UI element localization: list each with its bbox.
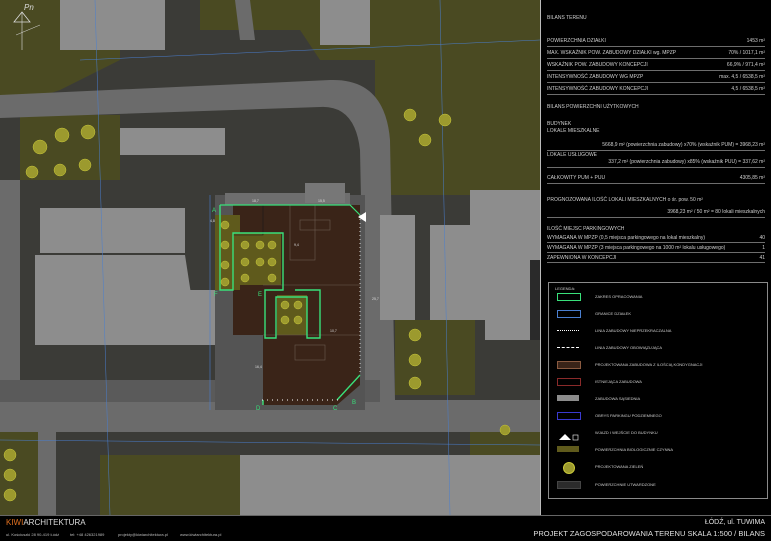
www-text: www.kiwiarchitektura.pl bbox=[180, 532, 222, 537]
legend-item-label: PROJEKTOWANA ZIELEŃ bbox=[595, 464, 644, 469]
budynek-label: BUDYNEK bbox=[547, 121, 572, 127]
parking-row-1-value: 1 bbox=[762, 245, 765, 251]
blue-dark-outline-icon bbox=[557, 412, 581, 420]
parking-row-2-value: 41 bbox=[759, 255, 765, 261]
dash-dot-line-icon bbox=[557, 347, 579, 348]
parking-row-0-label: WYMAGANA W MPZP (0,5 miejsca parkingoweg… bbox=[547, 235, 706, 241]
legend-item-label: GRANICE DZIAŁEK bbox=[595, 311, 632, 316]
corner-f: F bbox=[214, 292, 218, 298]
legend-item-label: PROJEKTOWANA ZABUDOWA Z ILOŚCIĄ KONDYGNA… bbox=[595, 362, 703, 367]
corner-c: C bbox=[333, 406, 338, 412]
legend-title: LEGENDA: bbox=[555, 286, 576, 291]
legend-item-label: ZAKRES OPRACOWANIA bbox=[595, 294, 643, 299]
legend: LEGENDA: ZAKRES OPRACOWANIA GRANICE DZIA… bbox=[548, 282, 768, 499]
green-outline-icon bbox=[557, 293, 581, 301]
legend-item-label: WJAZD I WEJŚCIE DO BUDYNKU bbox=[595, 430, 658, 435]
corner-d: D bbox=[256, 406, 261, 412]
gray-fill-icon bbox=[557, 395, 579, 401]
prognoza-label: PROGNOZOWANA ILOŚĆ LOKALI MIESZKALNYCH o… bbox=[547, 197, 703, 203]
dim-mid: 9,4 bbox=[294, 243, 299, 247]
phone-text: tel: +48 426321989 bbox=[70, 532, 105, 537]
bt-row-2-label: WSKAŹNIK POW. ZABUDOWY KONCEPCJI bbox=[547, 62, 648, 68]
legend-item-label: LINIA ZABUDOWY OBOWIĄZUJĄCA bbox=[595, 345, 663, 350]
lokale-uslugowe-label: LOKALE USŁUGOWE bbox=[547, 152, 598, 158]
bt-row-1-value: 70% / 1017,1 m² bbox=[728, 50, 765, 56]
divider bbox=[547, 58, 765, 59]
olive-fill-icon bbox=[557, 446, 579, 452]
brand-logo: KIWIARCHITEKTURA bbox=[6, 518, 86, 527]
north-label: Pn bbox=[24, 3, 34, 12]
legend-item-label: POWIERZCHNIE UTWARDZONE bbox=[595, 482, 656, 487]
prognoza-value: 3968,23 m² / 50 m² = 80 lokali mieszkaln… bbox=[667, 209, 765, 215]
divider bbox=[547, 94, 765, 95]
parking-title: ILOŚĆ MIEJSC PARKINGOWYCH bbox=[547, 226, 625, 232]
bilans-pow-title: BILANS POWIERZCHNI UŻYTKOWYCH bbox=[547, 104, 639, 110]
legend-item-label: ISTNIEJĄCA ZABUDOWA bbox=[595, 379, 642, 384]
bt-row-1-label: MAX. WSKAŹNIK POW. ZABUDOWY DZIAŁKI wg. … bbox=[547, 50, 677, 56]
brand-kiwi: KIWI bbox=[6, 518, 24, 527]
divider bbox=[547, 252, 765, 253]
parking-row-0-value: 40 bbox=[759, 235, 765, 241]
divider bbox=[547, 167, 765, 168]
site-plan: 18,7 15,5 9,4 10,7 16,4 4,8 25,7 A B C D… bbox=[0, 0, 540, 515]
dim-side-bot: 16,4 bbox=[255, 365, 262, 369]
legend-item-label: OBRYS PARKINGU PODZIEMNEGO bbox=[595, 413, 662, 418]
dim-side-right: 10,7 bbox=[330, 329, 337, 333]
dim-right: 25,7 bbox=[372, 297, 379, 301]
site-plan-drawing: 18,7 15,5 9,4 10,7 16,4 4,8 25,7 A B C D… bbox=[0, 0, 540, 515]
bt-row-0-label: POWIERZCHNIA DZIAŁKI bbox=[547, 38, 606, 44]
corner-e: E bbox=[258, 292, 262, 298]
bt-row-4-label: INTENSYWNOŚĆ ZABUDOWY KONCEPCJI bbox=[547, 86, 649, 92]
corner-a: A bbox=[212, 208, 216, 214]
legend-item-label: ZABUDOWA SĄSIEDNIA bbox=[595, 396, 641, 401]
calkowity-value: 4305,85 m² bbox=[739, 175, 765, 181]
divider bbox=[547, 82, 765, 83]
title-block: KIWIARCHITEKTURA ul. Kościuszki 28 90-41… bbox=[0, 515, 771, 541]
dotted-line-icon bbox=[557, 330, 579, 331]
project-title: PROJEKT ZAGOSPODAROWANIA TERENU SKALA 1:… bbox=[533, 529, 765, 538]
dim-side-top: 4,8 bbox=[210, 219, 215, 223]
lokale-mieszkalne-label: LOKALE MIESZKALNE bbox=[547, 128, 600, 134]
brand-architektura: ARCHITEKTURA bbox=[23, 518, 86, 527]
drawing-sheet: 18,7 15,5 9,4 10,7 16,4 4,8 25,7 A B C D… bbox=[0, 0, 771, 541]
legend-item-label: LINIA ZABUDOWY NIEPRZEKRACZALNA bbox=[595, 328, 672, 333]
bt-row-2-value: 66,9% / 971,4 m² bbox=[726, 62, 765, 68]
divider bbox=[547, 242, 765, 243]
red-outline-icon bbox=[557, 378, 581, 386]
lokale-mieszkalne-value: 5668,9 m² (powierzchnia zabudowy) x70% (… bbox=[602, 142, 765, 148]
bt-row-4-value: 4,5 / 6538,5 m² bbox=[731, 86, 765, 92]
parking-row-2-label: ZAPEWNIONA W KONCEPCJI bbox=[547, 255, 617, 261]
dark-fill-icon bbox=[557, 481, 581, 489]
arrow-icon bbox=[557, 428, 579, 441]
brown-fill-icon bbox=[557, 361, 581, 369]
dim-top-left: 18,7 bbox=[252, 199, 259, 203]
blue-outline-icon bbox=[557, 310, 581, 318]
tree-icon bbox=[563, 462, 575, 474]
divider bbox=[547, 150, 765, 151]
bt-row-3-value: max. 4,5 / 6538,5 m² bbox=[719, 74, 765, 80]
bilans-terenu-title: BILANS TERENU bbox=[547, 15, 587, 21]
email-text: projekty@kiwiarchitektura.pl bbox=[118, 532, 168, 537]
dim-top-right: 15,5 bbox=[318, 199, 325, 203]
calkowity-label: CAŁKOWITY PUM + PUU bbox=[547, 175, 606, 181]
divider bbox=[547, 183, 765, 184]
location-text: ŁÓDŹ, ul. TUWIMA bbox=[704, 519, 765, 526]
divider bbox=[547, 70, 765, 71]
divider bbox=[547, 217, 765, 218]
lokale-uslugowe-value: 337,2 m² (powierzchnia zabudowy) x85% (w… bbox=[608, 159, 765, 165]
legend-item-label: POWIERZCHNIA BIOLOGICZNIE CZYNNA bbox=[595, 447, 674, 452]
bt-row-0-value: 1453 m² bbox=[746, 38, 765, 44]
address-text: ul. Kościuszki 28 90-419 Łódź bbox=[6, 532, 60, 537]
bt-row-3-label: INTENSYWNOŚĆ ZABUDOWY WG MPZP bbox=[547, 74, 644, 80]
divider bbox=[547, 46, 765, 47]
divider bbox=[547, 262, 765, 263]
corner-b: B bbox=[352, 400, 356, 406]
parking-row-1-label: WYMAGANA W MPZP (3 miejsca parkingowego … bbox=[547, 245, 726, 251]
